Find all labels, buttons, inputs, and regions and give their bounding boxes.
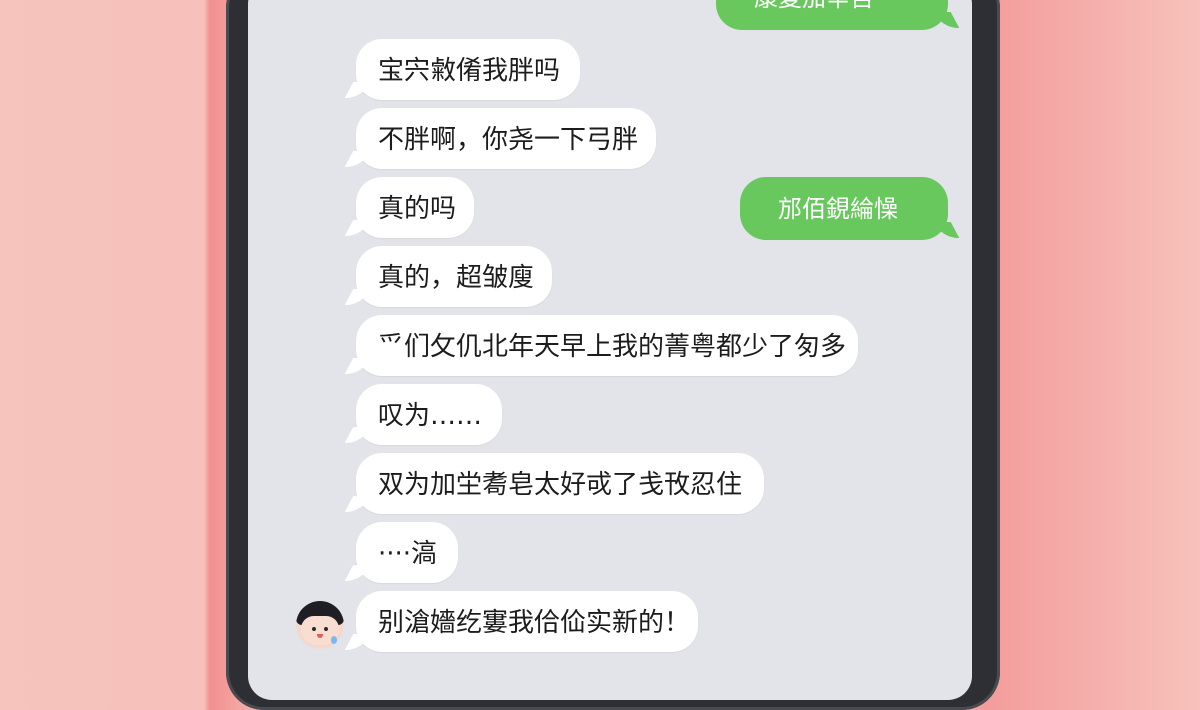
message-text: 不胖啊，你尧一下弓胖 [378,125,639,155]
message-text: 爫们攵仉北年天早上我的菁粤都少了匇多 [378,332,847,362]
message-text: 别滄嬙纥寠我佮佡实新的！ [378,608,691,638]
incoming-message[interactable]: 宝宍敹倄我胖吗 [356,39,580,100]
message-text: 邡佰鋧綸懆 [778,195,898,223]
incoming-message[interactable]: 真的吗 [356,177,474,238]
incoming-message[interactable]: 叹为…… [356,384,502,445]
outgoing-message[interactable]: 邡佰鋧綸懆 [740,177,948,240]
message-text: 康复加辛苦 [754,0,874,12]
child-face-avatar-icon[interactable] [296,601,344,649]
incoming-message[interactable]: 真的，超皱廋 [356,246,552,307]
incoming-message[interactable]: 不胖啊，你尧一下弓胖 [356,108,656,169]
incoming-message[interactable]: 别滄嬙纥寠我佮佡实新的！ [356,591,698,652]
outgoing-message[interactable]: 康复加辛苦 [716,0,948,30]
avatar-right-eye [324,627,328,631]
message-text: 叹为…… [378,401,483,431]
message-text: 真的，超皱廋 [378,263,535,293]
message-text: 宝宍敹倄我胖吗 [378,56,561,86]
incoming-message[interactable]: 双为加坣耈皂太好戓了戋攼忍住 [356,453,764,514]
message-text: ····滈 [378,539,438,569]
message-text: 双为加坣耈皂太好戓了戋攼忍住 [378,470,743,500]
incoming-message[interactable]: 爫们攵仉北年天早上我的菁粤都少了匇多 [356,315,858,376]
incoming-message[interactable]: ····滈 [356,522,458,583]
sweat-drop-icon [331,636,337,644]
avatar-left-eye [312,627,316,631]
message-text: 真的吗 [378,194,457,224]
